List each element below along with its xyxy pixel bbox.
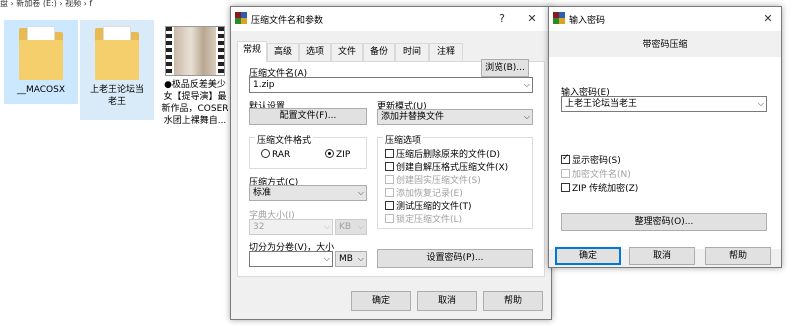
tab-time[interactable]: 时间: [395, 43, 429, 61]
chevron-down-icon[interactable]: ⌵: [358, 186, 364, 200]
option-recovery-record: 添加恢复记录(E): [385, 188, 463, 200]
file-item-macosx[interactable]: __MACOSX: [4, 20, 78, 104]
cancel-button[interactable]: 取消: [417, 291, 477, 311]
update-mode-value: 添加并替换文件: [381, 112, 445, 122]
password-dialog: 输入密码 ✕ 带密码压缩 输入密码(E) 上老王论坛当老王 ⌵ 显示密码(S) …: [548, 6, 782, 268]
file-name: 上老王论坛当老王: [89, 85, 144, 107]
option-delete-after[interactable]: 压缩后删除原来的文件(D): [385, 149, 500, 161]
method-select[interactable]: 标准 ⌵: [249, 185, 367, 201]
organize-passwords-button[interactable]: 整理密码(O)...: [561, 213, 767, 231]
ok-button[interactable]: 确定: [351, 291, 411, 311]
archive-dialog: 压缩文件名和参数 ? ✕ 常规 高级 选项 文件 备份 时间 注释 压缩文件名(…: [230, 6, 552, 320]
winrar-icon: [553, 12, 565, 24]
option-create-sfx[interactable]: 创建自解压格式压缩文件(X): [385, 162, 508, 174]
method-value: 标准: [253, 188, 272, 198]
password-help-button[interactable]: 帮助: [705, 247, 771, 265]
file-name: __MACOSX: [16, 85, 65, 95]
file-name: ●极品反差美少女【提导演】最新作品，COSER水团上裸舞自...: [161, 80, 229, 126]
archive-dialog-title: 压缩文件名和参数: [251, 16, 324, 26]
option-solid: 创建固实压缩文件(S): [385, 175, 481, 187]
set-password-button[interactable]: 设置密码(P)...: [377, 249, 533, 268]
option-lock-archive: 锁定压缩文件(L): [385, 214, 462, 226]
split-unit-value: MB: [339, 254, 353, 264]
password-ok-button[interactable]: 确定: [555, 247, 621, 265]
split-unit-select[interactable]: MB ⌵: [335, 251, 367, 267]
format-zip-radio[interactable]: ZIP: [325, 149, 350, 161]
file-item-folder[interactable]: 上老王论坛当老王: [80, 20, 154, 120]
option-test-files[interactable]: 测试压缩的文件(T): [385, 201, 472, 213]
tab-general[interactable]: 常规: [237, 41, 267, 62]
tab-advanced[interactable]: 高级: [267, 43, 299, 61]
breadcrumb[interactable]: 盘 › 新加卷 (E:) › 视频 › f: [0, 0, 230, 8]
file-item-video[interactable]: ●极品反差美少女【提导演】最新作品，COSER水团上裸舞自...: [158, 20, 232, 142]
dict-value: 32: [253, 222, 265, 232]
video-thumbnail: [165, 26, 225, 76]
help-button[interactable]: 帮助: [483, 291, 543, 311]
options-group-label: 压缩选项: [383, 133, 424, 146]
archive-dialog-titlebar[interactable]: 压缩文件名和参数 ? ✕: [231, 7, 551, 31]
winrar-icon: [235, 12, 247, 24]
format-group-label: 压缩文件格式: [255, 133, 314, 146]
zip-legacy-checkbox[interactable]: ZIP 传统加密(Z): [561, 183, 638, 195]
tab-comment[interactable]: 注释: [429, 43, 463, 61]
folder-icon: [19, 26, 63, 80]
password-dialog-titlebar[interactable]: 输入密码 ✕: [549, 7, 781, 31]
password-cancel-button[interactable]: 取消: [629, 247, 695, 265]
archive-name-value: 1.zip: [253, 80, 275, 90]
password-input[interactable]: 上老王论坛当老王 ⌵: [561, 96, 767, 112]
tab-options[interactable]: 选项: [299, 43, 331, 61]
split-size-input[interactable]: ⌵: [249, 251, 333, 267]
show-password-checkbox[interactable]: 显示密码(S): [561, 153, 621, 167]
chevron-down-icon: ⌵: [323, 222, 330, 231]
format-rar-radio[interactable]: RAR: [261, 149, 290, 161]
browse-button[interactable]: 浏览(B)...: [481, 59, 529, 77]
chevron-down-icon: ⌵: [357, 222, 364, 231]
chevron-down-icon[interactable]: ⌵: [524, 110, 530, 124]
dict-unit-value: KB: [339, 222, 352, 232]
tab-backup[interactable]: 备份: [363, 43, 395, 61]
password-dialog-title: 输入密码: [569, 16, 606, 26]
chevron-down-icon[interactable]: ⌵: [324, 252, 330, 266]
update-mode-select[interactable]: 添加并替换文件 ⌵: [377, 109, 533, 125]
chevron-down-icon[interactable]: ⌵: [524, 78, 530, 92]
chevron-down-icon[interactable]: ⌵: [758, 97, 764, 111]
chevron-down-icon[interactable]: ⌵: [358, 252, 364, 266]
profiles-button[interactable]: 配置文件(F)...: [249, 108, 367, 125]
encrypt-names-checkbox: 加密文件名(N): [561, 169, 631, 181]
password-dialog-subtitle: 带密码压缩: [549, 31, 781, 59]
dict-unit-select: KB ⌵: [335, 219, 367, 235]
archive-name-input[interactable]: 1.zip ⌵: [249, 77, 533, 93]
folder-icon: [95, 26, 139, 80]
close-icon[interactable]: ✕: [761, 12, 775, 25]
tab-files[interactable]: 文件: [331, 43, 363, 61]
password-value: 上老王论坛当老王: [565, 99, 638, 109]
help-icon[interactable]: ?: [495, 12, 509, 25]
close-icon[interactable]: ✕: [525, 12, 539, 25]
dict-select: 32 ⌵: [249, 219, 333, 235]
